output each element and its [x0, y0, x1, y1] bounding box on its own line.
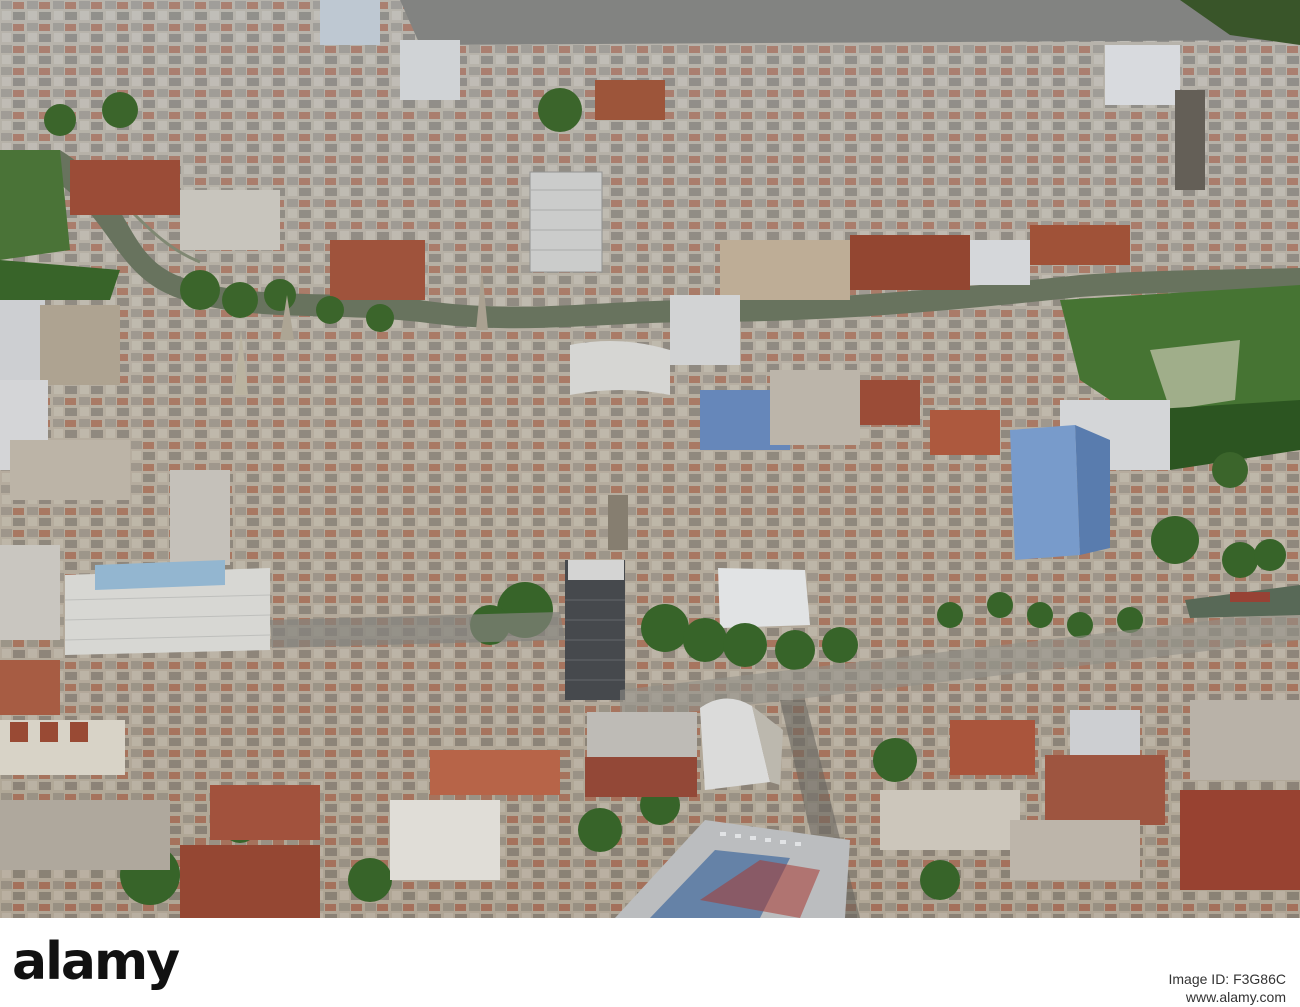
image-info: Image ID: F3G86C www.alamy.com: [1169, 970, 1287, 1006]
site-link[interactable]: www.alamy.com: [1169, 988, 1286, 1006]
aerial-city-photo: [0, 0, 1300, 918]
brand-logo[interactable]: alamy: [12, 936, 180, 988]
image-id: Image ID: F3G86C: [1168, 971, 1287, 987]
stock-photo-page: alamy Image ID: F3G86C www.alamy.com: [0, 0, 1300, 1007]
brand-logo-text: alamy: [12, 932, 180, 992]
stock-footer: alamy Image ID: F3G86C www.alamy.com: [0, 918, 1300, 1007]
